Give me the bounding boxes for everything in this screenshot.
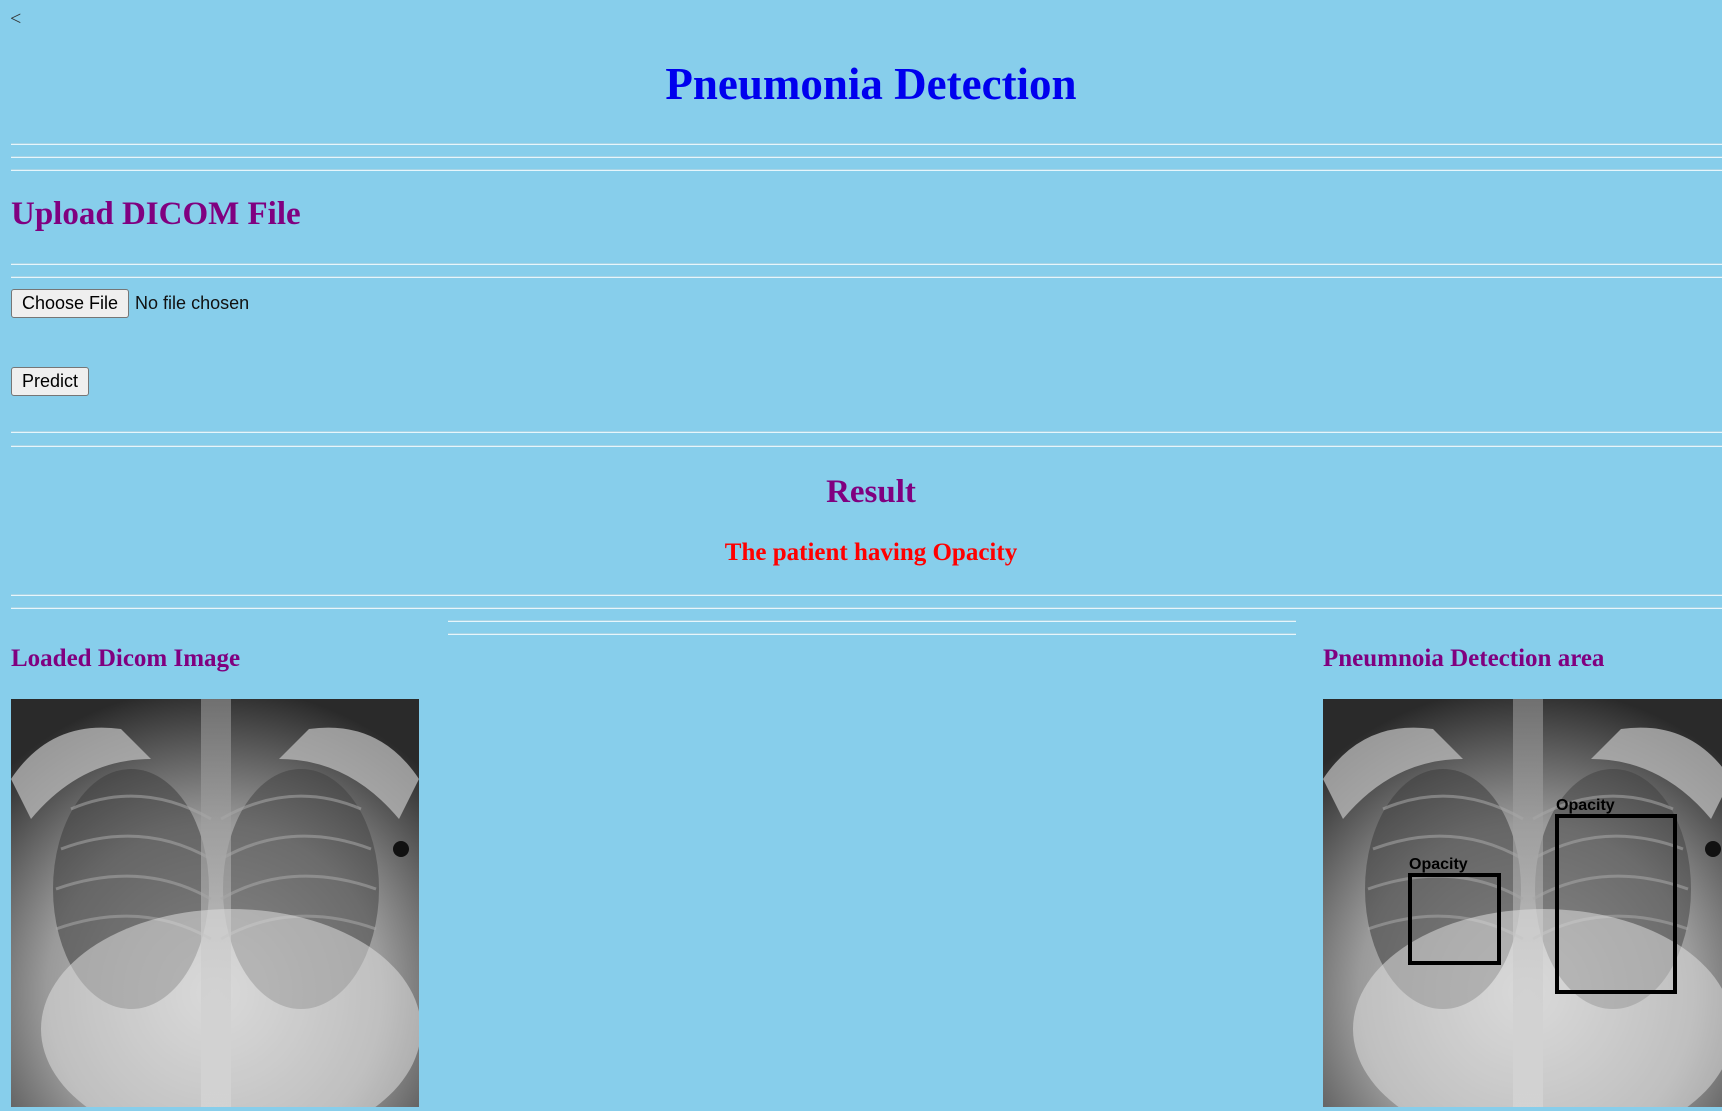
detection-area-caption: Pneumnoia Detection area bbox=[1323, 645, 1605, 672]
choose-file-button[interactable]: Choose File bbox=[11, 289, 130, 318]
divider bbox=[11, 263, 1722, 265]
divider bbox=[448, 633, 1296, 635]
back-link[interactable]: < bbox=[10, 8, 21, 31]
loaded-image-caption: Loaded Dicom Image bbox=[11, 645, 241, 672]
divider bbox=[11, 594, 1722, 596]
result-text: The patient having Opacity bbox=[724, 539, 1018, 566]
file-status-text: No file chosen bbox=[135, 293, 250, 313]
divider bbox=[448, 620, 1296, 622]
xray-graphic: Opacity Opacity bbox=[1323, 699, 1722, 1107]
opacity-box-label: Opacity bbox=[1409, 856, 1468, 873]
divider bbox=[11, 445, 1722, 447]
divider bbox=[11, 431, 1722, 433]
loaded-dicom-image bbox=[11, 699, 419, 1107]
file-input[interactable]: Choose File No file chosen bbox=[11, 289, 249, 318]
detection-area-image: Opacity Opacity bbox=[1323, 699, 1722, 1107]
page-title: Pneumonia Detection bbox=[665, 59, 1077, 109]
upload-heading: Upload DICOM File bbox=[11, 196, 301, 232]
predict-button[interactable]: Predict bbox=[11, 367, 90, 396]
divider bbox=[11, 143, 1722, 145]
xray-graphic bbox=[11, 699, 419, 1107]
divider bbox=[11, 276, 1722, 278]
divider bbox=[11, 169, 1722, 171]
divider bbox=[11, 607, 1722, 609]
result-heading: Result bbox=[826, 474, 916, 510]
opacity-box-label: Opacity bbox=[1556, 797, 1615, 814]
divider bbox=[11, 156, 1722, 158]
